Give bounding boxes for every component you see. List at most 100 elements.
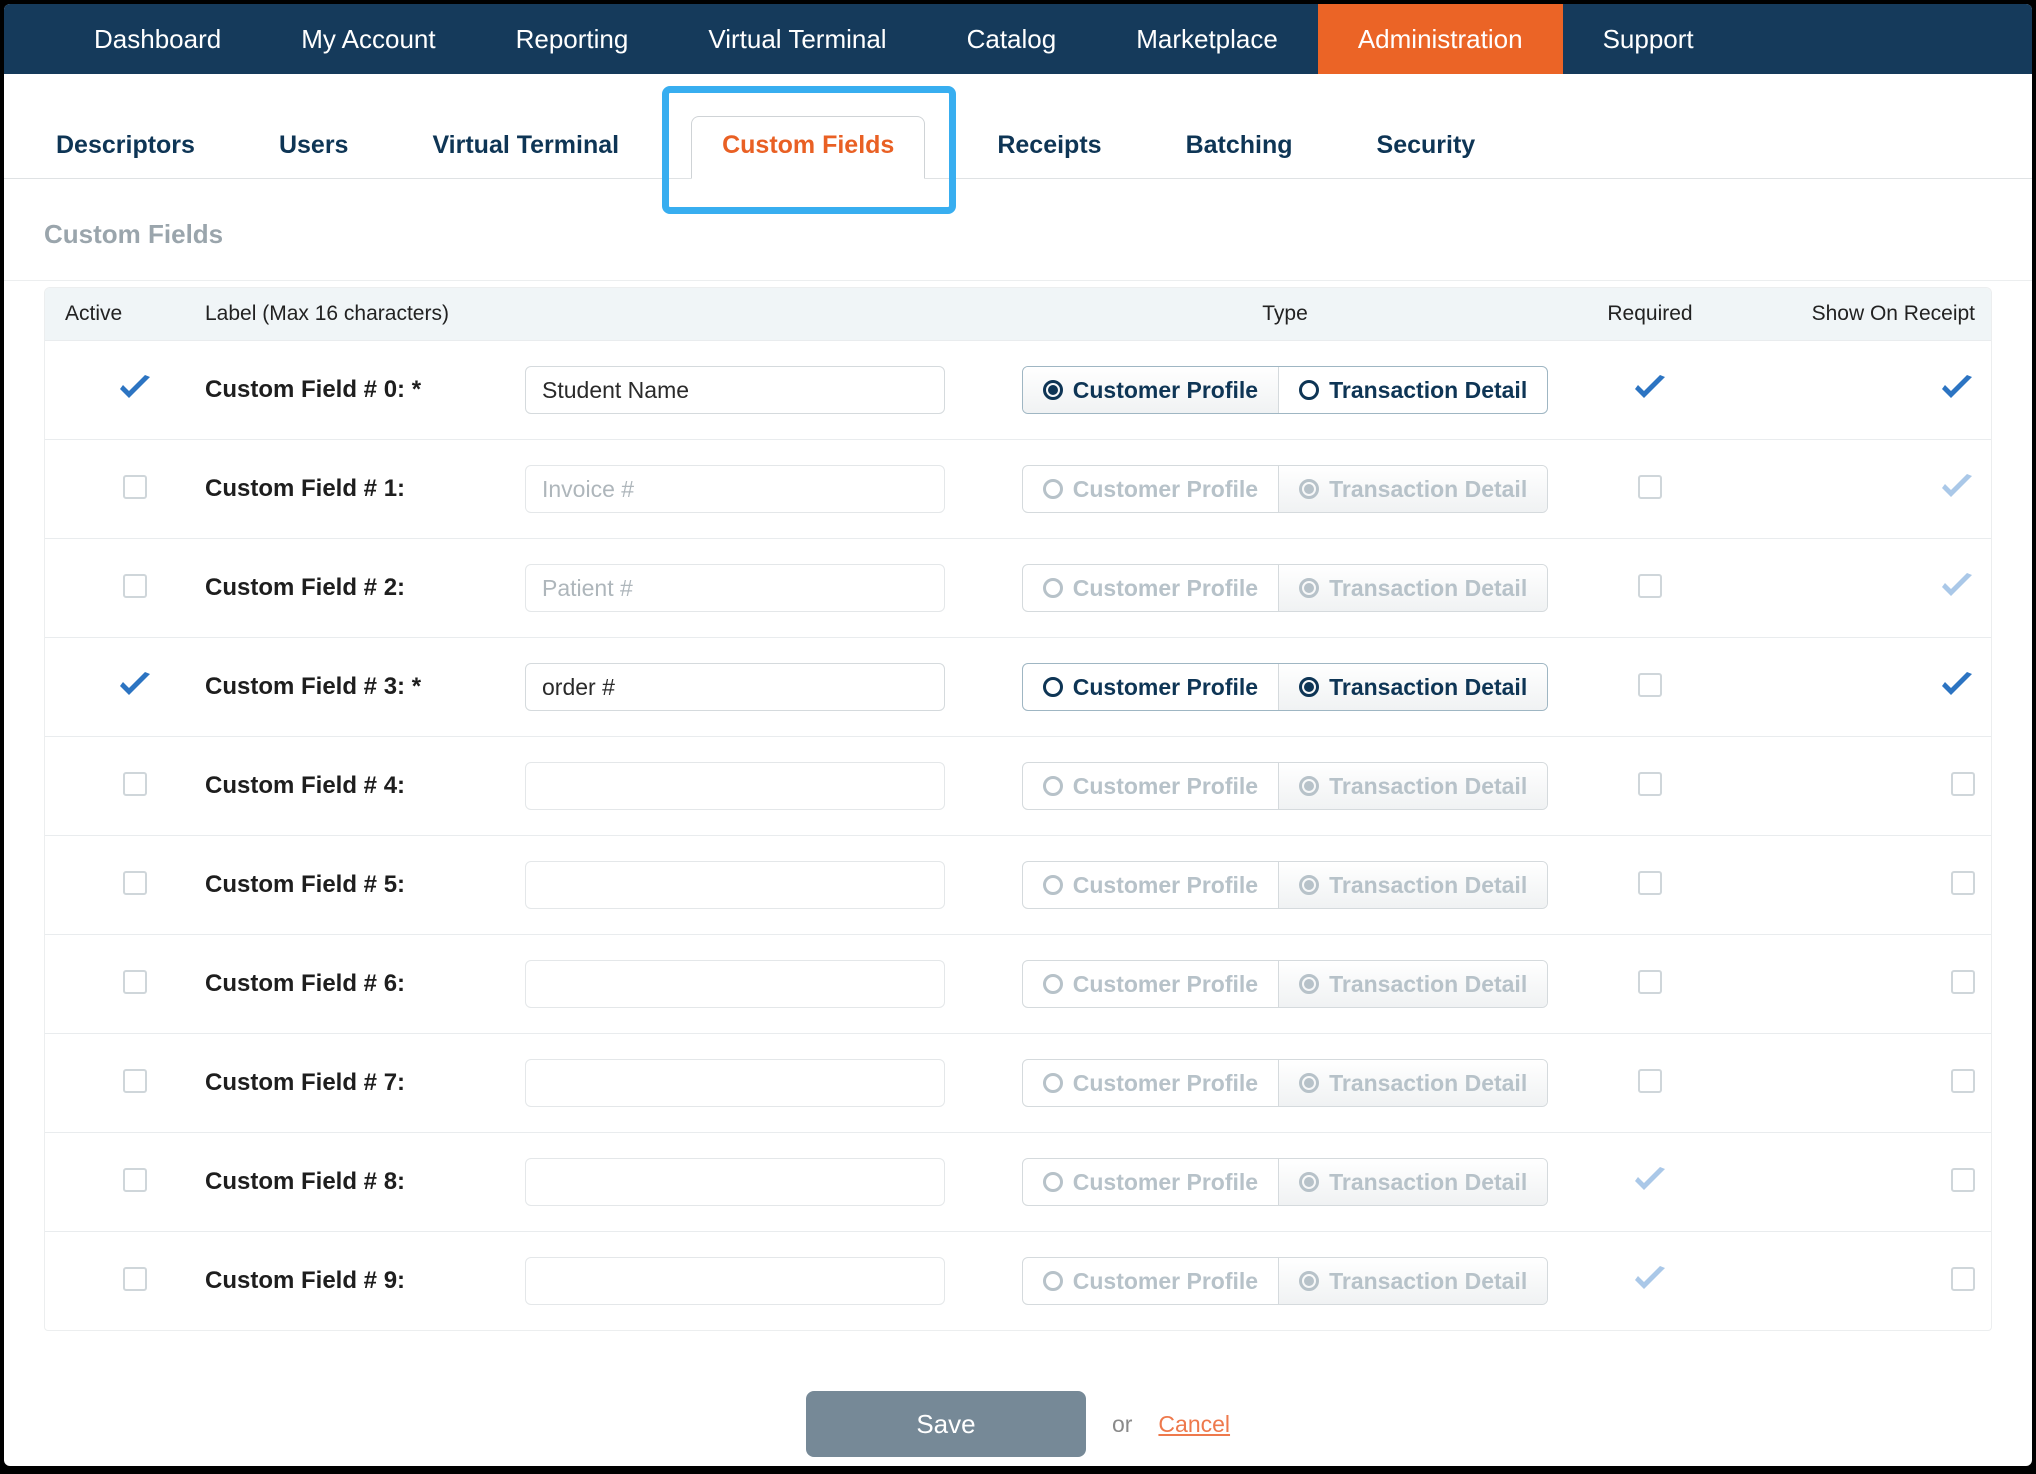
type-option-transaction: Transaction Detail: [1278, 565, 1547, 611]
type-option-label: Transaction Detail: [1329, 971, 1527, 998]
topnav-item-virtual-terminal[interactable]: Virtual Terminal: [668, 4, 926, 74]
topnav-item-administration[interactable]: Administration: [1318, 4, 1563, 74]
topnav-item-catalog[interactable]: Catalog: [927, 4, 1097, 74]
subtab-virtual-terminal[interactable]: Virtual Terminal: [420, 117, 631, 178]
active-cell: [65, 1069, 205, 1098]
label-cell: [525, 564, 1005, 612]
cancel-link[interactable]: Cancel: [1158, 1411, 1230, 1438]
required-checkbox[interactable]: [1638, 970, 1662, 994]
type-option-transaction: Transaction Detail: [1278, 862, 1547, 908]
label-cell: [525, 1158, 1005, 1206]
type-option-transaction[interactable]: Transaction Detail: [1278, 664, 1547, 710]
table-row: Custom Field # 2:Customer ProfileTransac…: [45, 538, 1991, 637]
type-cell: Customer ProfileTransaction Detail: [1005, 366, 1565, 414]
radio-icon: [1299, 776, 1319, 796]
show-on-receipt-checkbox[interactable]: [1951, 1267, 1975, 1291]
type-option-customer: Customer Profile: [1023, 763, 1278, 809]
subtab-receipts[interactable]: Receipts: [985, 117, 1113, 178]
required-checkbox[interactable]: [1638, 475, 1662, 499]
custom-fields-table: Active Label (Max 16 characters) Type Re…: [44, 287, 1992, 1331]
subtab-users[interactable]: Users: [267, 117, 361, 178]
radio-icon: [1043, 677, 1063, 697]
radio-icon: [1043, 1271, 1063, 1291]
active-checkbox[interactable]: [123, 475, 147, 499]
active-checkbox[interactable]: [123, 574, 147, 598]
label-cell: [525, 1257, 1005, 1305]
active-checkbox[interactable]: [123, 970, 147, 994]
subtab-security[interactable]: Security: [1365, 117, 1488, 178]
radio-icon: [1299, 875, 1319, 895]
radio-icon: [1043, 1073, 1063, 1093]
table-row: Custom Field # 8:Customer ProfileTransac…: [45, 1132, 1991, 1231]
active-checkbox[interactable]: [123, 772, 147, 796]
show-on-receipt-checkbox[interactable]: [1951, 772, 1975, 796]
label-cell: [525, 1059, 1005, 1107]
type-cell: Customer ProfileTransaction Detail: [1005, 861, 1565, 909]
topnav-item-marketplace[interactable]: Marketplace: [1096, 4, 1318, 74]
label-input[interactable]: [525, 366, 945, 414]
radio-icon: [1043, 1172, 1063, 1192]
show-on-receipt-checkbox[interactable]: [1951, 1069, 1975, 1093]
topnav-item-reporting[interactable]: Reporting: [476, 4, 669, 74]
type-option-label: Transaction Detail: [1329, 1169, 1527, 1196]
required-checkbox[interactable]: [1638, 871, 1662, 895]
type-option-customer[interactable]: Customer Profile: [1023, 367, 1278, 413]
table-row: Custom Field # 3: *Customer ProfileTrans…: [45, 637, 1991, 736]
radio-icon: [1299, 1073, 1319, 1093]
check-icon: [1939, 473, 1975, 501]
type-cell: Customer ProfileTransaction Detail: [1005, 564, 1565, 612]
type-option-label: Transaction Detail: [1329, 872, 1527, 899]
field-name-label: Custom Field # 7:: [205, 1069, 525, 1097]
radio-icon: [1299, 1271, 1319, 1291]
type-option-label: Customer Profile: [1073, 1268, 1258, 1295]
type-option-label: Transaction Detail: [1329, 773, 1527, 800]
show-on-receipt-cell: [1735, 1069, 1975, 1098]
required-checkbox[interactable]: [1638, 574, 1662, 598]
show-on-receipt-checkbox[interactable]: [1951, 871, 1975, 895]
topnav-item-my-account[interactable]: My Account: [261, 4, 475, 74]
label-cell: [525, 465, 1005, 513]
type-option-customer[interactable]: Customer Profile: [1023, 664, 1278, 710]
active-checkbox[interactable]: [123, 871, 147, 895]
type-option-label: Transaction Detail: [1329, 476, 1527, 503]
type-option-customer: Customer Profile: [1023, 565, 1278, 611]
field-name-label: Custom Field # 1:: [205, 475, 525, 503]
required-cell: [1565, 673, 1735, 702]
type-option-transaction[interactable]: Transaction Detail: [1278, 367, 1547, 413]
active-cell: [65, 374, 205, 407]
show-on-receipt-cell: [1735, 772, 1975, 801]
show-on-receipt-checkbox[interactable]: [1951, 1168, 1975, 1192]
col-label: Label (Max 16 characters): [205, 302, 1005, 326]
type-option-label: Customer Profile: [1073, 1169, 1258, 1196]
table-header: Active Label (Max 16 characters) Type Re…: [45, 288, 1991, 340]
show-on-receipt-checkbox[interactable]: [1951, 970, 1975, 994]
required-cell: [1565, 1069, 1735, 1098]
type-option-transaction: Transaction Detail: [1278, 466, 1547, 512]
radio-icon: [1299, 1172, 1319, 1192]
show-on-receipt-cell: [1735, 871, 1975, 900]
active-checkbox[interactable]: [123, 1168, 147, 1192]
type-cell: Customer ProfileTransaction Detail: [1005, 960, 1565, 1008]
table-row: Custom Field # 1:Customer ProfileTransac…: [45, 439, 1991, 538]
topnav-item-support[interactable]: Support: [1563, 4, 1734, 74]
required-cell: [1565, 970, 1735, 999]
topnav-item-dashboard[interactable]: Dashboard: [54, 4, 261, 74]
required-checkbox[interactable]: [1638, 1069, 1662, 1093]
show-on-receipt-cell: [1735, 671, 1975, 704]
label-input[interactable]: [525, 663, 945, 711]
subtab-descriptors[interactable]: Descriptors: [44, 117, 207, 178]
active-checkbox[interactable]: [123, 1267, 147, 1291]
check-icon: [1939, 374, 1975, 402]
required-checkbox[interactable]: [1638, 673, 1662, 697]
type-toggle: Customer ProfileTransaction Detail: [1022, 960, 1548, 1008]
subtab-batching[interactable]: Batching: [1174, 117, 1305, 178]
save-button[interactable]: Save: [806, 1391, 1086, 1457]
type-option-label: Transaction Detail: [1329, 1268, 1527, 1295]
type-option-transaction: Transaction Detail: [1278, 763, 1547, 809]
subtab-custom-fields[interactable]: Custom Fields: [691, 116, 925, 179]
check-icon: [1632, 1166, 1668, 1194]
active-checkbox[interactable]: [123, 1069, 147, 1093]
check-icon: [1632, 1265, 1668, 1293]
required-checkbox[interactable]: [1638, 772, 1662, 796]
table-row: Custom Field # 4:Customer ProfileTransac…: [45, 736, 1991, 835]
